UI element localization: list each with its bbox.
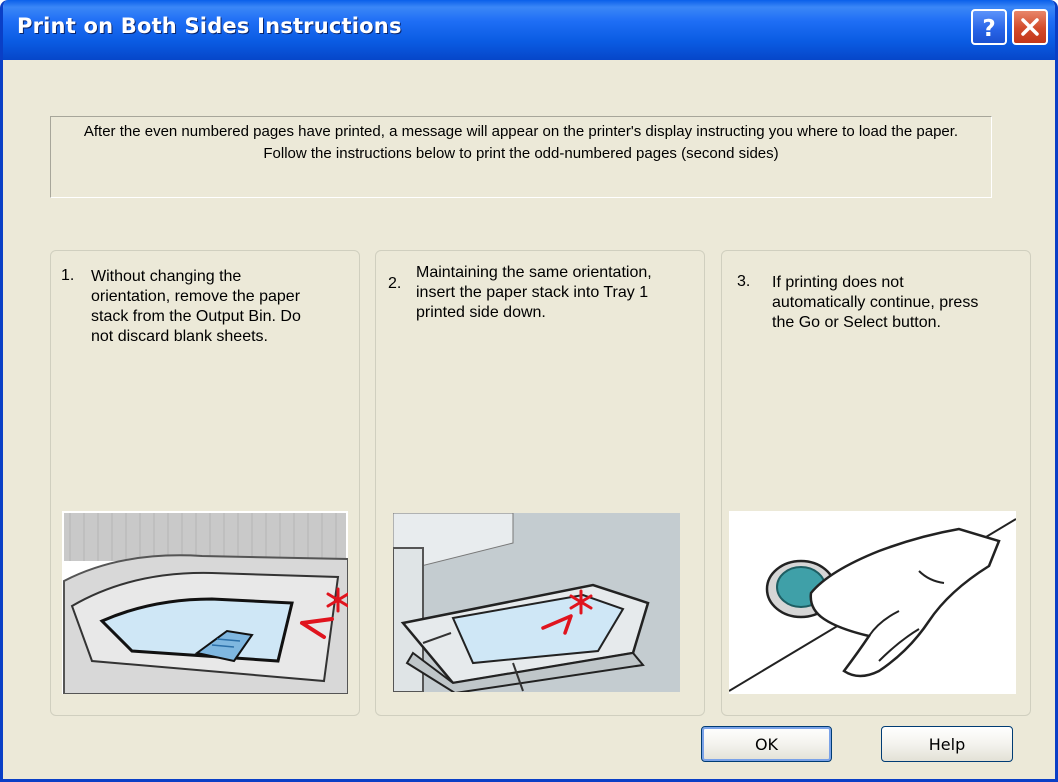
ok-button[interactable]: OK (701, 726, 832, 762)
step-2-text: Maintaining the same orientation, insert… (416, 264, 652, 321)
step-1-text: Without changing the orientation, remove… (91, 268, 301, 345)
help-button[interactable]: Help (881, 726, 1013, 762)
instructions-intro-text: After the even numbered pages have print… (50, 116, 992, 198)
step-panel-3: 3. If printing does not automatically co… (721, 250, 1031, 716)
svg-text:?: ? (982, 16, 995, 42)
close-x-icon[interactable] (1012, 9, 1048, 45)
dialog-window: Print on Both Sides Instructions ? After… (0, 0, 1058, 782)
question-mark-icon[interactable]: ? (971, 9, 1007, 45)
window-title: Print on Both Sides Instructions (17, 14, 402, 38)
press-button-illustration (729, 511, 1016, 694)
title-bar[interactable]: Print on Both Sides Instructions ? (3, 0, 1055, 60)
output-bin-paper-illustration (62, 511, 348, 694)
step-3-text: If printing does not automatically conti… (772, 274, 979, 331)
tray-insert-illustration (393, 513, 680, 692)
step-1-number: 1. (61, 267, 75, 284)
step-panel-2: 2. Maintaining the same orientation, ins… (375, 250, 705, 716)
step-3-number: 3. (737, 273, 751, 290)
step-panel-1: 1. Without changing the orientation, rem… (50, 250, 360, 716)
step-2-number: 2. (388, 275, 402, 292)
